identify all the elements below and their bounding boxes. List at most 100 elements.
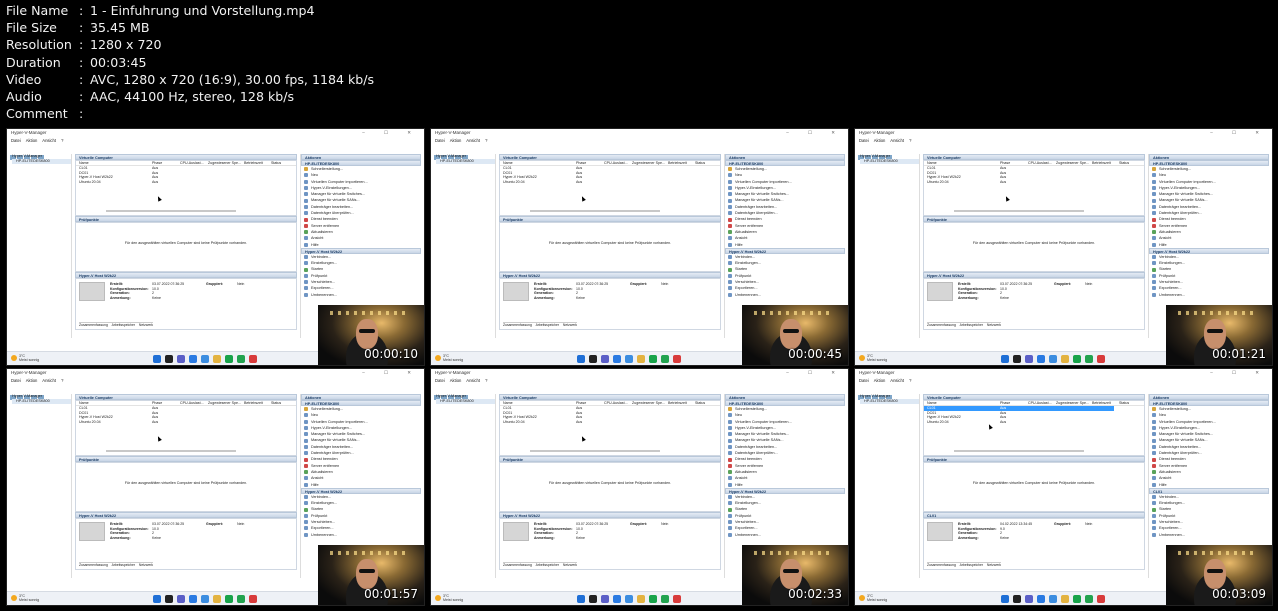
taskbar-app-icon[interactable]	[1085, 355, 1093, 363]
taskbar-app-icon[interactable]	[177, 355, 185, 363]
vm-column-header[interactable]: Betriebszeit	[1092, 401, 1119, 405]
taskbar-app-icon[interactable]	[661, 595, 669, 603]
menu-bar[interactable]: Datei Aktion Ansicht ?	[431, 137, 848, 144]
vm-column-header[interactable]: Betriebszeit	[244, 401, 271, 405]
vm-row[interactable]: Ubuntu 20.04 Aus	[924, 420, 1144, 425]
taskbar-app-icon[interactable]	[213, 595, 221, 603]
vm-action-item[interactable]: Umbenennen...	[728, 292, 845, 298]
vm-column-header[interactable]: Status	[1119, 401, 1129, 405]
taskbar-app-icon[interactable]	[189, 595, 197, 603]
vm-column-header[interactable]: Name	[79, 401, 152, 405]
taskbar-app-icon[interactable]	[1037, 595, 1045, 603]
vm-column-header[interactable]: Phase	[152, 401, 180, 405]
window-controls[interactable]: – ☐ ✕	[1210, 129, 1268, 137]
taskbar-app-icon[interactable]	[1001, 355, 1009, 363]
taskbar-app-icon[interactable]	[1061, 355, 1069, 363]
vm-column-header[interactable]: Phase	[1000, 161, 1028, 165]
vm-column-header[interactable]: Zugewiesener Spe...	[1056, 161, 1092, 165]
taskbar-app-icon[interactable]	[201, 595, 209, 603]
thumbnail-4[interactable]: Hyper-V-Manager – ☐ ✕ Datei Aktion Ansicht…	[6, 368, 425, 606]
vm-action-item[interactable]: Umbenennen...	[728, 532, 845, 538]
taskbar-app-icon[interactable]	[673, 595, 681, 603]
vm-column-header[interactable]: Status	[271, 401, 281, 405]
taskbar-app-icon[interactable]	[1025, 595, 1033, 603]
window-controls[interactable]: – ☐ ✕	[786, 129, 844, 137]
horizontal-scrollbar[interactable]	[954, 450, 1084, 452]
taskbar-app-icon[interactable]	[601, 595, 609, 603]
vm-column-header[interactable]: Betriebszeit	[244, 161, 271, 165]
vm-column-header[interactable]: Name	[503, 161, 576, 165]
weather-widget[interactable]: 3°C Meist sonnig	[435, 354, 463, 362]
weather-widget[interactable]: 3°C Meist sonnig	[435, 594, 463, 602]
thumbnail-6[interactable]: Hyper-V-Manager – ☐ ✕ Datei Aktion Ansicht…	[854, 368, 1273, 606]
vm-row[interactable]: Ubuntu 20.04 Aus	[500, 180, 720, 185]
horizontal-scrollbar[interactable]	[106, 450, 236, 452]
taskbar-app-icon[interactable]	[1025, 355, 1033, 363]
taskbar-app-icon[interactable]	[1061, 595, 1069, 603]
menu-bar[interactable]: Datei Aktion Ansicht ?	[7, 137, 424, 144]
vm-column-header[interactable]: Name	[79, 161, 152, 165]
horizontal-scrollbar[interactable]	[530, 210, 660, 212]
details-tabs[interactable]: Zusammenfassung Arbeitsspeicher Netzwerk	[503, 322, 578, 327]
taskbar-app-icon[interactable]	[589, 355, 597, 363]
taskbar-app-icon[interactable]	[1073, 355, 1081, 363]
taskbar-app-icon[interactable]	[601, 355, 609, 363]
details-tabs[interactable]: Zusammenfassung Arbeitsspeicher Netzwerk	[927, 322, 1002, 327]
taskbar-app-icon[interactable]	[577, 355, 585, 363]
vm-row[interactable]: Ubuntu 20.04 Aus	[924, 180, 1144, 185]
thumbnail-3[interactable]: Hyper-V-Manager – ☐ ✕ Datei Aktion Ansicht…	[854, 128, 1273, 366]
vm-row[interactable]: Ubuntu 20.04 Aus	[500, 420, 720, 425]
weather-widget[interactable]: 3°C Meist sonnig	[859, 594, 887, 602]
tree-item[interactable]: HP-ELITEDESK800	[12, 159, 71, 164]
vm-column-header[interactable]: Zugewiesener Spe...	[1056, 401, 1092, 405]
vm-row[interactable]: Ubuntu 20.04 Aus	[76, 420, 296, 425]
taskbar-app-icon[interactable]	[613, 355, 621, 363]
details-tabs[interactable]: Zusammenfassung Arbeitsspeicher Netzwerk	[79, 562, 154, 567]
horizontal-scrollbar[interactable]	[530, 450, 660, 452]
taskbar-app-icon[interactable]	[625, 355, 633, 363]
vm-column-header[interactable]: CPU-Auslast...	[1028, 401, 1056, 405]
vm-column-header[interactable]: Zugewiesener Spe...	[208, 161, 244, 165]
taskbar-app-icon[interactable]	[177, 595, 185, 603]
vm-column-header[interactable]: Name	[927, 161, 1000, 165]
vm-column-header[interactable]: Phase	[1000, 401, 1028, 405]
taskbar-app-icon[interactable]	[249, 355, 257, 363]
vm-column-header[interactable]: CPU-Auslast...	[604, 401, 632, 405]
taskbar-app-icon[interactable]	[249, 595, 257, 603]
window-controls[interactable]: – ☐ ✕	[786, 369, 844, 377]
taskbar-app-icon[interactable]	[649, 595, 657, 603]
vm-column-header[interactable]: Status	[1119, 161, 1129, 165]
taskbar-app-icon[interactable]	[649, 355, 657, 363]
vm-action-item[interactable]: Umbenennen...	[1152, 292, 1269, 298]
taskbar-app-icon[interactable]	[1013, 595, 1021, 603]
tree-item[interactable]: HP-ELITEDESK800	[436, 159, 495, 164]
vm-column-header[interactable]: Phase	[576, 401, 604, 405]
taskbar-app-icon[interactable]	[613, 595, 621, 603]
menu-bar[interactable]: Datei Aktion Ansicht ?	[855, 137, 1272, 144]
menu-bar[interactable]: Datei Aktion Ansicht ?	[431, 377, 848, 384]
taskbar-app-icon[interactable]	[625, 595, 633, 603]
vm-column-header[interactable]: Name	[503, 401, 576, 405]
vm-column-header[interactable]: CPU-Auslast...	[604, 161, 632, 165]
menu-bar[interactable]: Datei Aktion Ansicht ?	[7, 377, 424, 384]
horizontal-scrollbar[interactable]	[106, 210, 236, 212]
taskbar-app-icon[interactable]	[1097, 355, 1105, 363]
vm-column-header[interactable]: Phase	[576, 161, 604, 165]
taskbar-app-icon[interactable]	[673, 355, 681, 363]
vm-column-header[interactable]: Betriebszeit	[668, 401, 695, 405]
taskbar-app-icon[interactable]	[165, 595, 173, 603]
taskbar-app-icon[interactable]	[589, 595, 597, 603]
taskbar-app-icon[interactable]	[225, 355, 233, 363]
vm-action-item[interactable]: Umbenennen...	[304, 292, 421, 298]
vm-row[interactable]: Ubuntu 20.04 Aus	[76, 180, 296, 185]
tree-item[interactable]: HP-ELITEDESK800	[860, 159, 919, 164]
tree-item[interactable]: HP-ELITEDESK800	[12, 399, 71, 404]
vm-column-header[interactable]: CPU-Auslast...	[180, 401, 208, 405]
taskbar-app-icon[interactable]	[237, 355, 245, 363]
taskbar-app-icon[interactable]	[237, 595, 245, 603]
taskbar-app-icon[interactable]	[1049, 595, 1057, 603]
details-tabs[interactable]: Zusammenfassung Arbeitsspeicher Netzwerk	[927, 562, 1002, 567]
vm-column-header[interactable]: Status	[695, 161, 705, 165]
thumbnail-5[interactable]: Hyper-V-Manager – ☐ ✕ Datei Aktion Ansicht…	[430, 368, 849, 606]
vm-column-header[interactable]: Betriebszeit	[1092, 161, 1119, 165]
